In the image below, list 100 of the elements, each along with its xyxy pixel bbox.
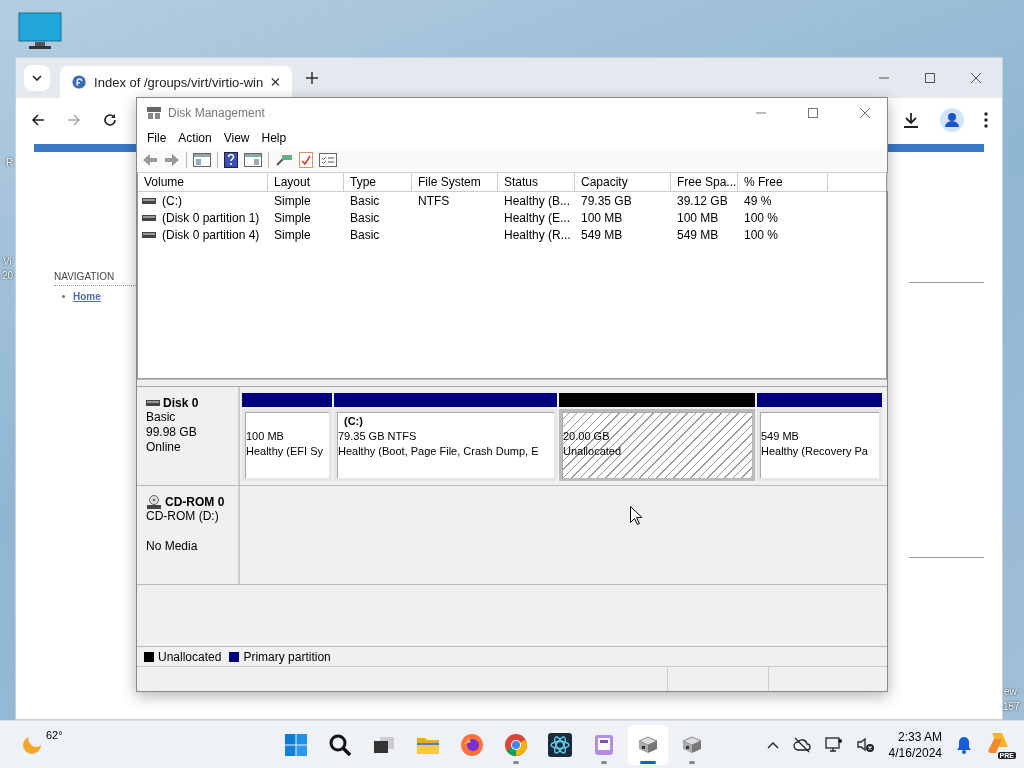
help-icon[interactable]: [224, 152, 238, 168]
disk-type: CD-ROM (D:): [146, 509, 220, 524]
drive-icon: [142, 214, 156, 221]
table-cell: (Disk 0 partition 4): [162, 227, 260, 242]
table-cell: Basic: [350, 193, 380, 208]
fedora-icon: [72, 74, 87, 90]
table-cell: Simple: [274, 193, 311, 208]
table-cell: Basic: [350, 210, 380, 225]
properties-icon[interactable]: [244, 153, 262, 167]
disk-size: 99.98 GB: [146, 425, 198, 440]
disk-name: CD-ROM 0: [165, 495, 225, 509]
cd-drive-icon: [146, 495, 162, 509]
table-cell: Healthy (B...: [504, 193, 571, 208]
checklist-icon[interactable]: [299, 152, 313, 168]
drive-icon: [142, 231, 156, 238]
table-cell: 549 MB: [581, 227, 623, 242]
clock-date[interactable]: 4/16/2024: [888, 744, 942, 761]
partition-status: Healthy (Boot, Page File, Crash Dump, E: [338, 444, 540, 459]
browser-tab[interactable]: Index of /groups/virt/virtio-win: [60, 66, 292, 98]
partition-status: Unallocated: [563, 444, 623, 459]
tab-list-button[interactable]: [24, 65, 50, 91]
desktop-icon-label: Vi: [3, 256, 12, 267]
table-cell: 100 %: [744, 227, 779, 242]
menu-item[interactable]: View: [217, 131, 256, 145]
table-cell: (C:): [162, 193, 182, 208]
partition-block[interactable]: (C:) 79.35 GB NTFS Healthy (Boot, Page File, Crash Dump, E: [334, 409, 557, 481]
disk-type: Basic: [146, 410, 177, 425]
forward-icon[interactable]: [164, 153, 180, 167]
partition-size: 20.00 GB: [563, 429, 611, 444]
desktop-icon-label: 157: [1003, 701, 1020, 712]
table-cell: 100 %: [744, 210, 779, 225]
download-icon[interactable]: [902, 111, 920, 129]
monitor-icon[interactable]: [18, 12, 62, 52]
column-header[interactable]: Layout: [268, 173, 344, 191]
column-header[interactable]: Capacity: [575, 173, 671, 191]
reload-icon[interactable]: [102, 112, 118, 128]
table-cell: NTFS: [418, 193, 450, 208]
firefox-icon[interactable]: [460, 732, 484, 757]
partition-block[interactable]: 549 MB Healthy (Recovery Pa: [757, 409, 882, 481]
table-cell: 79.35 GB: [581, 193, 632, 208]
unallocated-space[interactable]: 20.00 GB Unallocated: [559, 409, 755, 481]
mouse-pointer-icon: [630, 506, 642, 525]
back-icon[interactable]: [30, 112, 46, 128]
partition-label: (C:): [343, 414, 364, 429]
disk-status: Online: [146, 440, 182, 455]
column-header[interactable]: Status: [498, 173, 575, 191]
speaker-muted-icon[interactable]: [856, 736, 875, 753]
partition-size: 100 MB: [246, 429, 285, 444]
column-header[interactable]: % Free: [738, 173, 828, 191]
table-cell: 549 MB: [677, 227, 719, 242]
partition-size: 79.35 GB NTFS: [338, 429, 418, 444]
column-header[interactable]: Type: [344, 173, 412, 191]
network-icon[interactable]: [824, 736, 843, 753]
drive-icon: [146, 400, 160, 406]
clock-time[interactable]: 2:33 AM: [897, 728, 942, 745]
menu-icon[interactable]: [984, 112, 988, 128]
window-title: Disk Management: [168, 106, 265, 120]
table-cell: Basic: [350, 227, 380, 242]
table-cell: 39.12 GB: [677, 193, 728, 208]
menu-item[interactable]: Action: [172, 131, 218, 145]
desktop-icon-label: ew: [1004, 686, 1017, 697]
chrome-icon[interactable]: [504, 732, 528, 757]
windows-logo-icon[interactable]: [284, 732, 308, 757]
partition-status: Healthy (Recovery Pa: [761, 444, 869, 459]
bullet-icon: [62, 295, 65, 298]
table-cell: 100 MB: [581, 210, 623, 225]
table-cell: 49 %: [744, 193, 772, 208]
menu-item[interactable]: Help: [255, 131, 293, 145]
table-cell: Healthy (R...: [504, 227, 571, 242]
column-header[interactable]: Free Spa...: [671, 173, 738, 191]
home-link[interactable]: Home: [73, 291, 101, 302]
desktop-icon-label: R: [6, 157, 14, 168]
partition-block[interactable]: 100 MB Healthy (EFI Sy: [242, 409, 332, 481]
chevron-up-icon[interactable]: [766, 740, 779, 749]
search-icon[interactable]: [328, 732, 352, 757]
maximize-icon[interactable]: [924, 72, 936, 84]
atom-icon[interactable]: [548, 732, 572, 757]
bell-icon[interactable]: [956, 735, 972, 754]
desktop-icon-label: 20: [2, 270, 14, 281]
cloud-off-icon[interactable]: [792, 736, 811, 753]
legend-label: Primary partition: [243, 649, 331, 664]
close-icon[interactable]: [970, 72, 982, 84]
profile-icon[interactable]: [940, 108, 964, 132]
disk-name: Disk 0: [163, 396, 199, 410]
close-icon[interactable]: [859, 107, 871, 119]
partition-size: 549 MB: [761, 429, 800, 444]
temperature[interactable]: 62°: [46, 728, 63, 741]
column-header[interactable]: File System: [412, 173, 498, 191]
menu-item[interactable]: File: [141, 131, 173, 145]
maximize-icon[interactable]: [807, 107, 819, 119]
table-cell: Simple: [274, 227, 311, 242]
new-tab-icon[interactable]: [306, 72, 318, 84]
table-cell: Simple: [274, 210, 311, 225]
close-icon[interactable]: [271, 77, 280, 87]
caret-icon: [32, 75, 42, 81]
app-icon[interactable]: [592, 732, 616, 757]
table-cell: (Disk 0 partition 1): [162, 210, 260, 225]
disk-status: No Media: [146, 539, 199, 554]
column-header[interactable]: Volume: [138, 173, 268, 191]
console-tree-icon[interactable]: [193, 153, 211, 167]
